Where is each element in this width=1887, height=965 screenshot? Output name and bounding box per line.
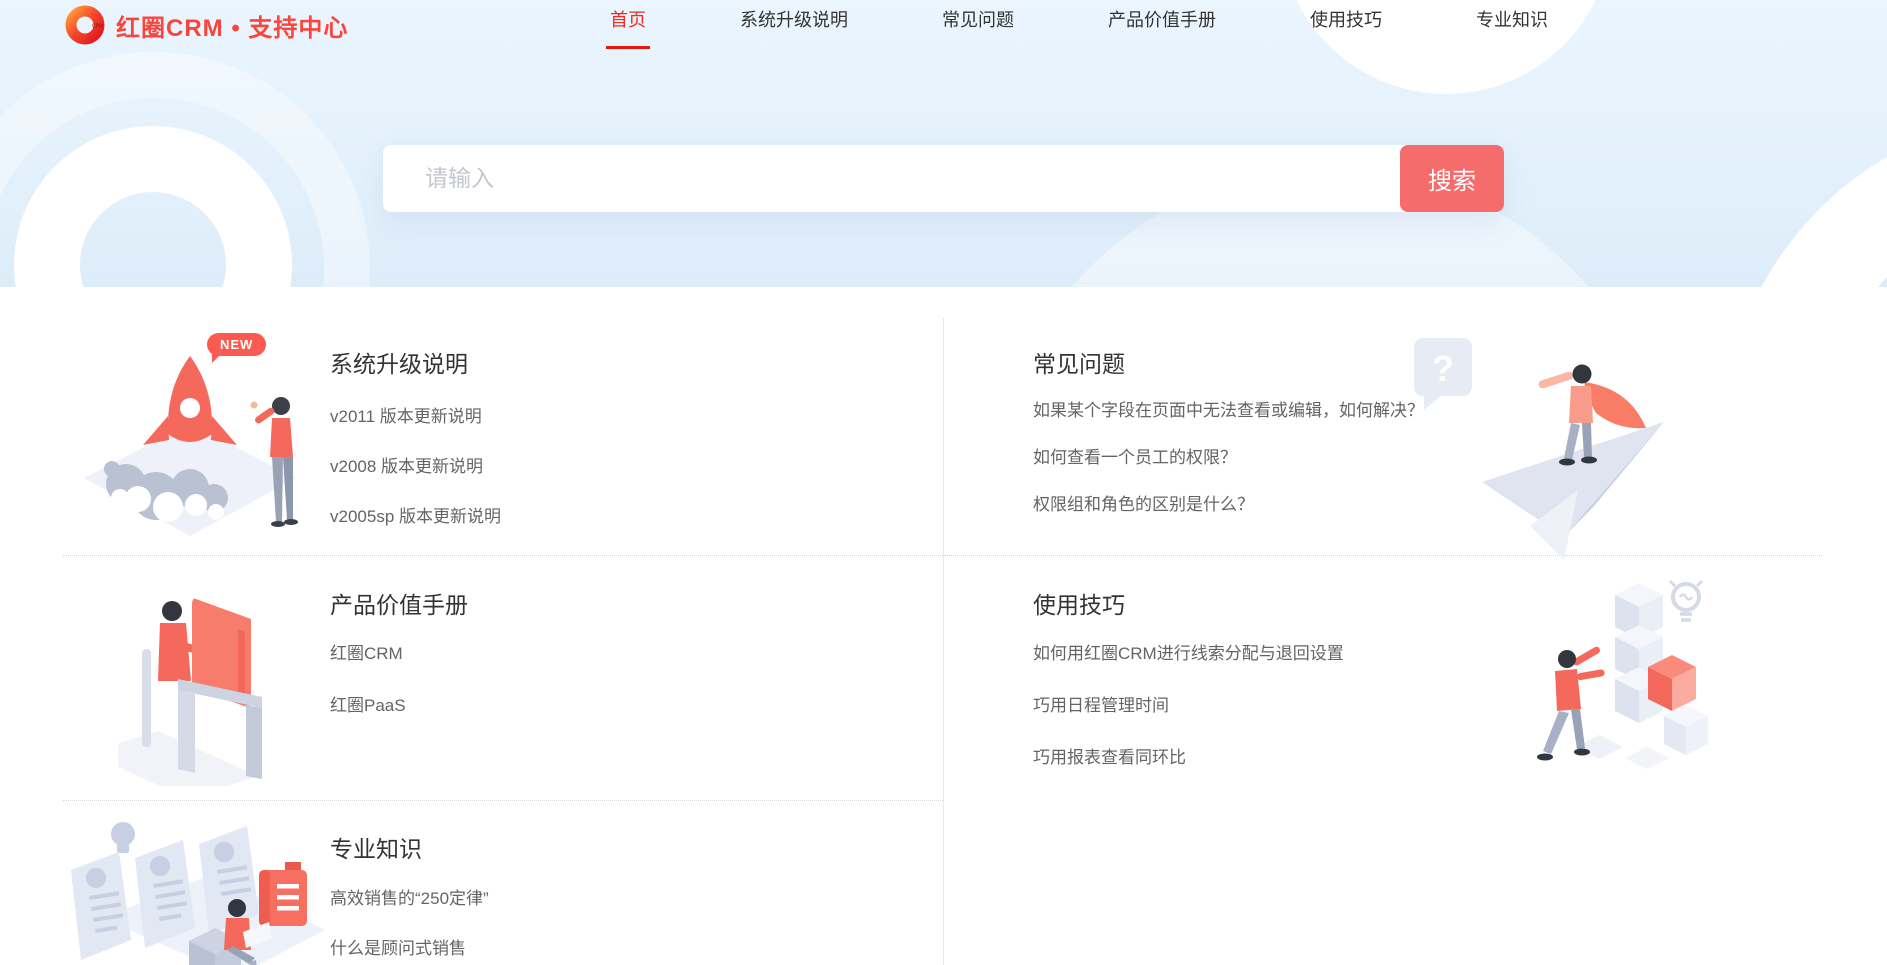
- search-bar: 搜索: [383, 145, 1504, 212]
- main-nav: 首页 系统升级说明 常见问题 产品价值手册 使用技巧 专业知识: [610, 8, 1548, 32]
- section-link[interactable]: 什么是顾问式销售: [330, 936, 489, 962]
- section-system-upgrade: NEW 系统升级说明 v2011 版本更新说明 v2008 版本更新说明 v2005…: [63, 318, 943, 555]
- section-tips: 使用技巧 如何用红圈CRM进行线索分配与退回设置巧用日程管理时间巧用报表查看同环…: [944, 555, 1822, 800]
- support-center-page: CRM 红圈CRM • 支持中心 首页系统升级说明常见问题产品价值手册使用技巧专…: [0, 0, 1887, 965]
- question-mark-icon: ?: [1432, 348, 1454, 389]
- decor-white-ring-right: [1722, 112, 1887, 287]
- section-link[interactable]: v2008 版本更新说明: [330, 454, 501, 480]
- nav-item-首页[interactable]: 首页: [610, 8, 646, 32]
- logo[interactable]: CRM 红圈CRM • 支持中心: [64, 4, 348, 46]
- section-faq: 常见问题 如果某个字段在页面中无法查看或编辑，如何解决？如何查看一个员工的权限？…: [944, 318, 1822, 555]
- svg-text:CRM: CRM: [92, 24, 103, 30]
- section-links: 红圈CRM 红圈PaaS: [330, 641, 406, 745]
- search-button[interactable]: 搜索: [1400, 145, 1504, 212]
- new-badge: NEW: [207, 333, 266, 356]
- knowledge-docs-illustration: [63, 812, 325, 965]
- lightbulb-icon: [111, 822, 135, 853]
- lightbulb-icon: [1670, 581, 1702, 620]
- logo-ring-icon: CRM: [64, 4, 106, 46]
- rocket-illustration: [68, 326, 313, 548]
- section-knowledge: 专业知识 高效销售的“250定律” 什么是顾问式销售: [63, 800, 943, 965]
- header: CRM 红圈CRM • 支持中心 首页 系统升级说明 常见问题 产品价值手册 使用技巧 专…: [0, 0, 1887, 60]
- section-link[interactable]: 如何用红圈CRM进行线索分配与退回设置: [1033, 641, 1344, 667]
- paper-plane-illustration: ?: [1412, 330, 1674, 562]
- section-link[interactable]: v2011 版本更新说明: [330, 404, 501, 430]
- workstation-illustration: [118, 581, 323, 786]
- section-title: 使用技巧: [1033, 586, 1125, 620]
- section-link[interactable]: 红圈CRM: [330, 641, 406, 667]
- section-title: 专业知识: [330, 830, 422, 864]
- building-blocks-illustration: [1439, 569, 1709, 774]
- nav-item-专业知识[interactable]: 专业知识: [1476, 8, 1548, 32]
- nav-item-使用技巧[interactable]: 使用技巧: [1310, 8, 1382, 32]
- logo-text: 红圈CRM • 支持中心: [116, 8, 348, 43]
- section-title: 系统升级说明: [330, 345, 468, 379]
- section-link[interactable]: 巧用报表查看同环比: [1033, 745, 1344, 771]
- section-link[interactable]: 巧用日程管理时间: [1033, 693, 1344, 719]
- section-links: v2011 版本更新说明 v2008 版本更新说明 v2005sp 版本更新说明: [330, 404, 501, 554]
- search-input[interactable]: [383, 145, 1504, 212]
- content-area: NEW 系统升级说明 v2011 版本更新说明 v2008 版本更新说明 v2005…: [0, 287, 1887, 965]
- section-link[interactable]: 红圈PaaS: [330, 693, 406, 719]
- section-title: 常见问题: [1033, 345, 1125, 379]
- section-link[interactable]: 高效销售的“250定律”: [330, 886, 489, 912]
- section-links: 高效销售的“250定律” 什么是顾问式销售: [330, 886, 489, 965]
- nav-item-产品价值手册[interactable]: 产品价值手册: [1108, 8, 1216, 32]
- hero-section: CRM 红圈CRM • 支持中心 首页 系统升级说明 常见问题 产品价值手册 使用技巧 专…: [0, 0, 1887, 287]
- section-title: 产品价值手册: [330, 586, 468, 620]
- book-icon: [259, 862, 307, 926]
- nav-item-常见问题[interactable]: 常见问题: [942, 8, 1014, 32]
- section-product-value: 产品价值手册 红圈CRM 红圈PaaS: [63, 555, 943, 800]
- section-link[interactable]: v2005sp 版本更新说明: [330, 504, 501, 530]
- section-links: 如何用红圈CRM进行线索分配与退回设置巧用日程管理时间巧用报表查看同环比: [1033, 641, 1344, 797]
- nav-item-系统升级说明[interactable]: 系统升级说明: [740, 8, 848, 32]
